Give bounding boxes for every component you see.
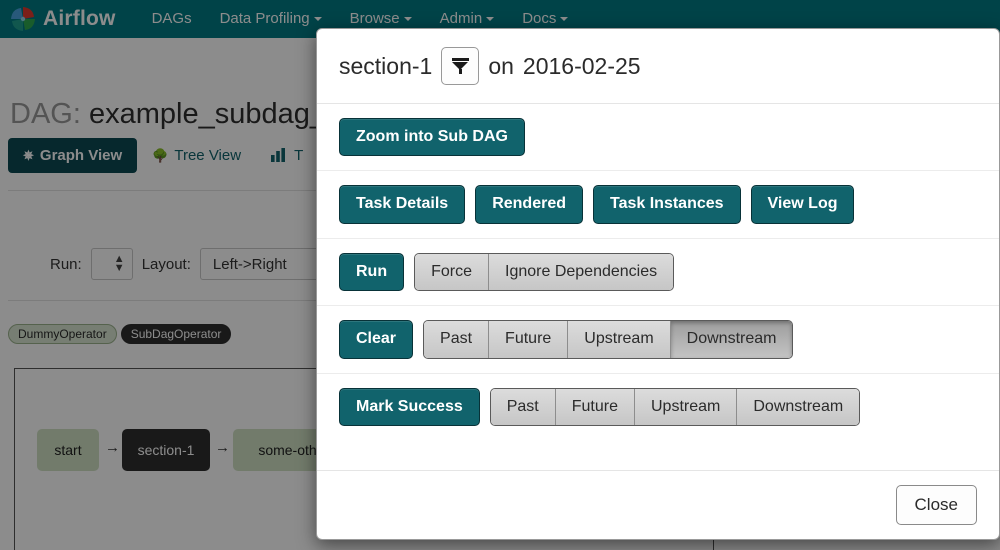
zoom-into-sub-dag-button[interactable]: Zoom into Sub DAG bbox=[339, 118, 525, 156]
clear-toggle-upstream[interactable]: Upstream bbox=[568, 321, 670, 357]
modal-body: Zoom into Sub DAG Task Details Rendered … bbox=[317, 104, 999, 470]
clear-toggle-past[interactable]: Past bbox=[424, 321, 489, 357]
close-button[interactable]: Close bbox=[896, 485, 977, 525]
task-details-button[interactable]: Task Details bbox=[339, 185, 465, 223]
clear-options-group: Past Future Upstream Downstream bbox=[423, 320, 793, 358]
mark-success-toggle-past[interactable]: Past bbox=[491, 389, 556, 425]
screen: Airflow DAGs Data Profiling Browse Admin… bbox=[0, 0, 1000, 550]
section-mark-success: Mark Success Past Future Upstream Downst… bbox=[317, 374, 999, 440]
modal-execution-date: 2016-02-25 bbox=[523, 53, 641, 80]
funnel-icon bbox=[452, 58, 469, 74]
section-clear: Clear Past Future Upstream Downstream bbox=[317, 306, 999, 373]
section-details: Task Details Rendered Task Instances Vie… bbox=[317, 171, 999, 238]
toggle-ignore-dependencies[interactable]: Ignore Dependencies bbox=[489, 254, 673, 290]
clear-toggle-downstream[interactable]: Downstream bbox=[671, 321, 793, 357]
toggle-force[interactable]: Force bbox=[415, 254, 489, 290]
mark-success-button[interactable]: Mark Success bbox=[339, 388, 480, 426]
section-run: Run Force Ignore Dependencies bbox=[317, 239, 999, 306]
modal-header: section-1 on 2016-02-25 bbox=[317, 29, 999, 104]
mark-success-toggle-downstream[interactable]: Downstream bbox=[737, 389, 859, 425]
section-subdag: Zoom into Sub DAG bbox=[317, 104, 999, 171]
view-log-button[interactable]: View Log bbox=[751, 185, 855, 223]
mark-success-toggle-upstream[interactable]: Upstream bbox=[635, 389, 737, 425]
modal-task-id: section-1 bbox=[339, 53, 432, 80]
modal-footer: Close bbox=[317, 470, 999, 539]
clear-toggle-future[interactable]: Future bbox=[489, 321, 568, 357]
clear-button[interactable]: Clear bbox=[339, 320, 413, 358]
run-options-group: Force Ignore Dependencies bbox=[414, 253, 674, 291]
rendered-button[interactable]: Rendered bbox=[475, 185, 583, 223]
modal-on-label: on bbox=[488, 53, 514, 80]
task-instance-modal: section-1 on 2016-02-25 Zoom into Sub DA… bbox=[316, 28, 1000, 540]
run-button[interactable]: Run bbox=[339, 253, 404, 291]
task-instances-button[interactable]: Task Instances bbox=[593, 185, 741, 223]
mark-success-toggle-future[interactable]: Future bbox=[556, 389, 635, 425]
mark-success-options-group: Past Future Upstream Downstream bbox=[490, 388, 860, 426]
filter-button[interactable] bbox=[441, 47, 479, 85]
